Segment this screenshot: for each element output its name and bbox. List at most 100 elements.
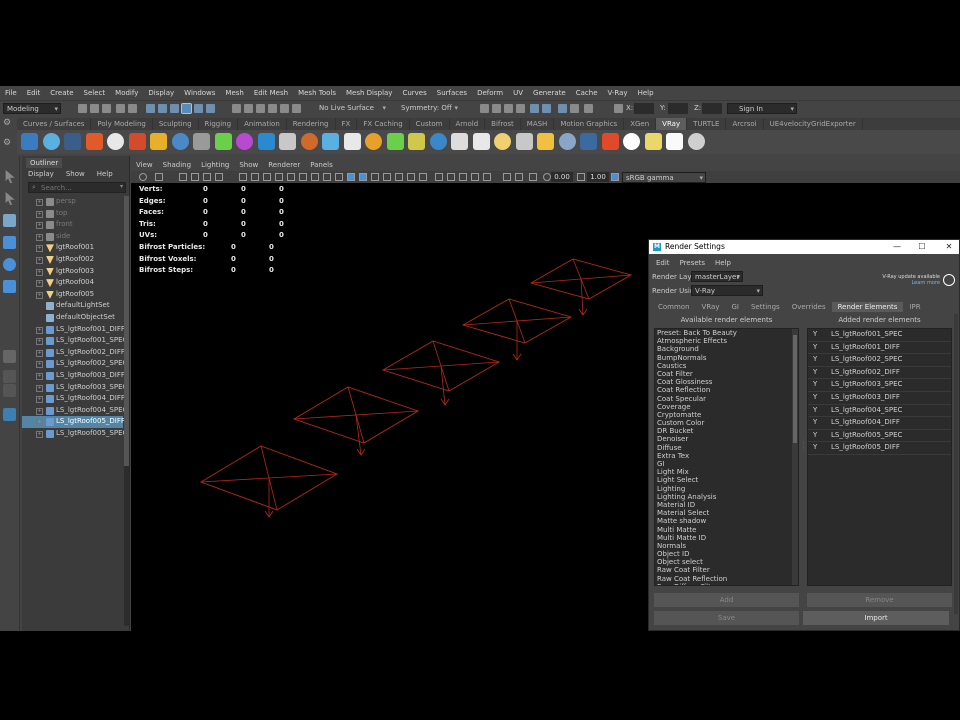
select-tool-icon[interactable] [5, 170, 15, 183]
outliner-item-ls-lgtroof004-spec[interactable]: + LS_lgtRoof004_SPEC [22, 405, 127, 417]
outliner-item-ls-lgtroof005-spec[interactable]: + LS_lgtRoof005_SPEC [22, 428, 127, 440]
vray-cam-icon[interactable] [343, 133, 361, 150]
render-settings-icon[interactable] [516, 104, 525, 113]
new-scene-icon[interactable] [78, 104, 87, 113]
render-frame-icon[interactable] [492, 104, 501, 113]
tab-vray[interactable]: VRay [696, 302, 726, 312]
viewport-menu-show[interactable]: Show [234, 160, 263, 171]
outliner-item-top[interactable]: + top [22, 208, 123, 220]
rect-light-wireframe[interactable] [199, 445, 339, 518]
render-using-dropdown[interactable]: V-Ray [691, 285, 763, 296]
expand-icon[interactable]: + [36, 430, 43, 438]
layout-two-icon[interactable] [3, 384, 16, 397]
render-settings-titlebar[interactable]: M Render Settings — ☐ ✕ [649, 240, 959, 254]
lasso-tool-icon[interactable] [5, 192, 15, 205]
snap-view-plane-icon[interactable] [280, 104, 289, 113]
search-options-icon[interactable]: ▾ [120, 183, 123, 190]
expand-icon[interactable]: + [36, 222, 43, 230]
live-surface-dropdown[interactable]: No Live Surface [316, 103, 388, 114]
shelf-tab-fx-caching[interactable]: FX Caching [357, 118, 410, 130]
available-element-item[interactable]: Coverage [655, 403, 798, 411]
outliner-item-ls-lgtroof002-spec[interactable]: + LS_lgtRoof002_SPEC [22, 358, 127, 370]
shelf-tab-vray[interactable]: VRay [656, 118, 688, 130]
outliner-search-input[interactable]: ⌕ Search... ▾ [28, 182, 126, 193]
available-element-item[interactable]: Lighting [655, 485, 798, 493]
expand-icon[interactable]: + [36, 326, 43, 334]
shelf-tab-poly-modeling[interactable]: Poly Modeling [91, 118, 153, 130]
available-element-item[interactable]: Matte shadow [655, 517, 798, 525]
scale-tool-icon[interactable] [3, 280, 16, 293]
film-gate-icon[interactable] [251, 173, 259, 181]
shelf-tab-sculpting[interactable]: Sculpting [153, 118, 199, 130]
view-transform-icon[interactable] [611, 173, 619, 181]
vray-render-icon[interactable] [542, 104, 551, 113]
rect-light-wireframe[interactable] [381, 340, 501, 406]
available-element-item[interactable]: Raw Diffuse Filter [655, 583, 798, 585]
isolate-select-icon[interactable] [447, 173, 455, 181]
vray-help-icon[interactable] [687, 133, 705, 150]
gate-mask-icon[interactable] [275, 173, 283, 181]
outliner-item-lgtroof005[interactable]: + lgtRoof005 [22, 289, 123, 301]
transform-mode-icon[interactable] [614, 104, 623, 113]
shelf-tab-fx[interactable]: FX [336, 118, 358, 130]
added-element-row[interactable]: Y LS_lgtRoof003_SPEC [808, 379, 951, 392]
render-settings-scrollbar[interactable] [954, 314, 958, 614]
outliner-item-side[interactable]: + side [22, 231, 123, 243]
hypershade-icon[interactable] [530, 104, 539, 113]
expand-icon[interactable]: + [36, 372, 43, 380]
wireframe-on-shaded-icon[interactable] [347, 173, 355, 181]
move-tool-icon[interactable] [3, 236, 16, 249]
vray-grass-icon[interactable] [386, 133, 404, 150]
element-enabled-toggle[interactable]: Y [813, 405, 817, 417]
available-element-item[interactable]: Lighting Analysis [655, 493, 798, 501]
outliner-item-ls-lgtroof002-diff[interactable]: + LS_lgtRoof002_DIFF [22, 347, 125, 359]
symmetry-dropdown[interactable]: Symmetry: Off [398, 103, 460, 114]
shadows-icon[interactable] [383, 173, 391, 181]
menu-create[interactable]: Create [45, 89, 78, 97]
vray-dome-light-icon[interactable] [107, 133, 124, 150]
snap-projected-icon[interactable] [268, 104, 277, 113]
added-element-row[interactable]: Y LS_lgtRoof004_SPEC [808, 405, 951, 418]
splitter-handle[interactable]: ⋮ ⋮ ⋮ [801, 440, 806, 500]
expand-icon[interactable]: + [36, 349, 43, 357]
expand-icon[interactable]: + [36, 291, 43, 299]
outliner-item-ls-lgtroof001-diff[interactable]: + LS_lgtRoof001_DIFF [22, 324, 125, 336]
available-element-item[interactable]: Light Mix [655, 468, 798, 476]
safe-action-icon[interactable] [299, 173, 307, 181]
vray-asset-editor-icon[interactable] [21, 133, 38, 150]
added-element-row[interactable]: Y LS_lgtRoof002_DIFF [808, 367, 951, 380]
tab-settings[interactable]: Settings [745, 302, 786, 312]
menu-windows[interactable]: Windows [179, 89, 220, 97]
vray-ies-icon[interactable] [451, 133, 468, 150]
exposure-icon[interactable] [503, 173, 511, 181]
element-enabled-toggle[interactable]: Y [813, 430, 817, 442]
shelf-tab-custom[interactable]: Custom [410, 118, 450, 130]
outliner-title[interactable]: Outliner [26, 158, 63, 168]
element-enabled-toggle[interactable]: Y [813, 392, 817, 404]
outliner-item-ls-lgtroof001-spec[interactable]: + LS_lgtRoof001_SPEC [22, 335, 127, 347]
select-object-icon[interactable] [158, 104, 167, 113]
vray-sphere-light-icon[interactable] [128, 133, 146, 150]
vray-light-select-icon[interactable] [42, 133, 60, 150]
available-element-item[interactable]: Coat Filter [655, 370, 798, 378]
snap-curve-icon[interactable] [244, 104, 253, 113]
outliner-layout-icon[interactable] [3, 408, 16, 421]
available-element-item[interactable]: GI [655, 460, 798, 468]
menu-deform[interactable]: Deform [472, 89, 508, 97]
rotate-tool-icon[interactable] [3, 258, 16, 271]
camera-attributes-icon[interactable] [155, 173, 163, 181]
2d-pan-zoom-icon[interactable] [203, 173, 211, 181]
far-clip-field[interactable]: 1.00 [587, 172, 609, 182]
expand-icon[interactable]: + [36, 384, 43, 392]
snap-grid-icon[interactable] [232, 104, 241, 113]
outliner-item-ls-lgtroof003-diff[interactable]: + LS_lgtRoof003_DIFF [22, 370, 125, 382]
camera-select-icon[interactable] [139, 173, 147, 181]
vray-cone-icon[interactable] [515, 133, 533, 150]
rs-menu-help[interactable]: Help [710, 258, 736, 268]
vray-tool-icon[interactable] [429, 133, 447, 150]
tab-render-elements[interactable]: Render Elements [831, 302, 904, 312]
exposure-settings-icon[interactable] [543, 173, 551, 181]
shelf-tab-ue4velocitygridexporter[interactable]: UE4velocityGridExporter [764, 118, 863, 130]
added-element-row[interactable]: Y LS_lgtRoof001_SPEC [808, 329, 951, 342]
expand-icon[interactable]: + [36, 396, 43, 404]
